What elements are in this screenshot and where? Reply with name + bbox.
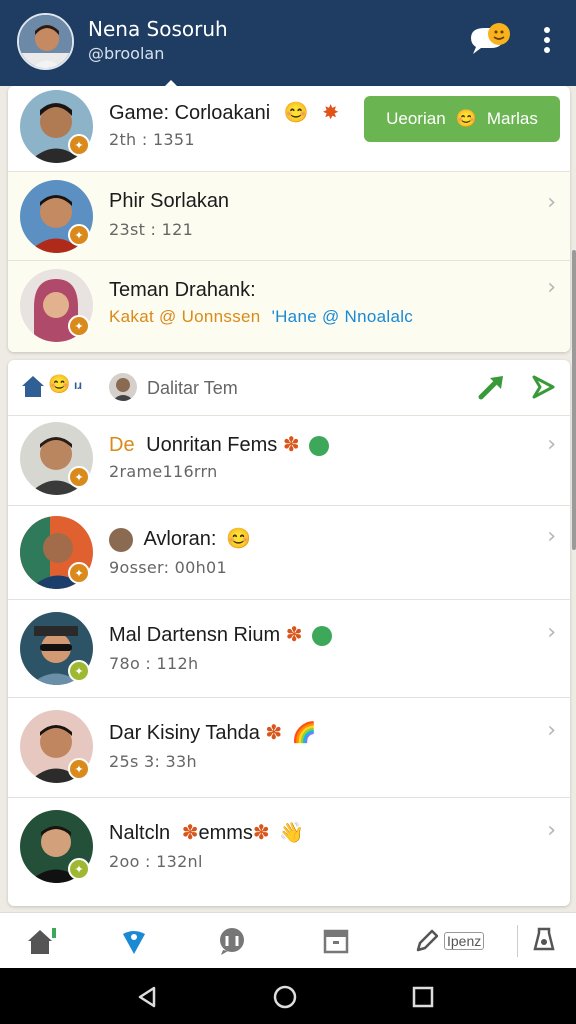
- chat-title: Teman Drahank:: [109, 279, 256, 301]
- nav-home-icon[interactable]: [22, 925, 62, 957]
- rainbow-icon: 🌈: [291, 722, 317, 744]
- title-text: Avloran:: [143, 528, 217, 550]
- list-item[interactable]: ✦ Avloran: 😊 9osser: 00h01 ›: [8, 506, 570, 600]
- title-suffix: emms: [198, 822, 253, 844]
- list-title: Avloran: 😊: [109, 526, 251, 552]
- title-prefix: De: [109, 434, 135, 456]
- list-title: Naltcln ✽emms✽ 👋: [109, 820, 304, 845]
- list-timestamp: 9osser: 00h01: [109, 558, 228, 577]
- list-item[interactable]: ✦ Dar Kisiny Tahda ✽ 🌈 25s 3: 33h ›: [8, 698, 570, 798]
- nav-chat-icon[interactable]: [212, 925, 252, 957]
- nav-compose-button[interactable]: Iрenz: [414, 925, 504, 957]
- join-button-label-right: Marlas: [486, 109, 538, 128]
- chat-row[interactable]: ✦ Game: Corloakani 😊 ✸ 2th : 1351 Ueoria…: [8, 86, 570, 172]
- chat-title: Game: Corloakani 😊 ✸: [109, 102, 339, 124]
- list-title: De Uonritan Fems ✽: [109, 432, 330, 457]
- nav-location-icon[interactable]: [114, 925, 154, 957]
- avatar: [109, 373, 137, 401]
- chevron-right-icon: ›: [547, 432, 556, 457]
- profile-name: Nena Sosoruh: [88, 17, 228, 41]
- app-header: Nena Sosoruh @broolan: [0, 0, 576, 87]
- flower-icon: ✽: [282, 434, 300, 456]
- mention-2[interactable]: 'Hane @ Nnoalalc: [272, 307, 414, 326]
- profile-handle: @broolan: [88, 44, 165, 63]
- status-badge: ✦: [68, 562, 90, 584]
- flower-icon: ✽: [181, 822, 199, 844]
- home-circle-icon[interactable]: [272, 984, 298, 1010]
- title-text: Dar Kisiny Tahda: [109, 722, 260, 744]
- chevron-right-icon: ›: [547, 818, 556, 843]
- chart-mini-icon: ıɹ: [74, 378, 83, 392]
- list-item[interactable]: ✦ Naltcln ✽emms✽ 👋 2oo : 132nl ›: [8, 798, 570, 906]
- smile-emoji-icon: 😊: [226, 528, 251, 550]
- list-item[interactable]: ✦ Mal Dartensn Rium ✽ 78o : 112h ›: [8, 600, 570, 698]
- list-item[interactable]: ✦ De Uonritan Fems ✽ 2rame116rrn ›: [8, 416, 570, 506]
- nav-divider: [517, 925, 518, 957]
- chat-title: Phir Sorlakan: [109, 190, 230, 212]
- list-timestamp: 2rame116rrn: [109, 462, 218, 481]
- status-badge: ✦: [68, 466, 90, 488]
- send-icon[interactable]: [530, 374, 556, 405]
- chevron-right-icon: ›: [547, 524, 556, 549]
- mention-line: Kakat @ Uonnssen 'Hane @ Nnoalalc: [109, 307, 413, 327]
- avatar: [109, 527, 133, 552]
- status-badge: ✦: [68, 858, 90, 880]
- back-icon[interactable]: [134, 984, 160, 1010]
- top-chats-card: ✦ Game: Corloakani 😊 ✸ 2th : 1351 Ueoria…: [8, 86, 570, 352]
- status-badge: ✦: [68, 660, 90, 682]
- more-options-icon[interactable]: [535, 24, 559, 56]
- chevron-right-icon: ›: [547, 275, 556, 300]
- list-title: Dar Kisiny Tahda ✽ 🌈: [109, 720, 317, 745]
- smile-emoji-icon: 😊: [455, 109, 477, 128]
- green-badge-icon: [309, 435, 330, 456]
- list-timestamp: 78o : 112h: [109, 654, 199, 673]
- leaf-icon: ✸: [322, 102, 339, 124]
- chat-row[interactable]: ✦ Phir Sorlakan 23st : 121 ›: [8, 172, 570, 261]
- bottom-nav: Iрenz: [0, 912, 576, 968]
- system-nav-bar: [0, 968, 576, 1024]
- chevron-right-icon: ›: [547, 190, 556, 215]
- trend-up-icon[interactable]: [478, 374, 506, 405]
- nav-profile-icon[interactable]: [528, 925, 560, 957]
- status-badge: ✦: [68, 758, 90, 780]
- section-header: 😊 ıɹ Dalitar Tem: [8, 360, 570, 416]
- chat-row[interactable]: ✦ Teman Drahank: Kakat @ Uonnssen 'Hane …: [8, 261, 570, 352]
- list-timestamp: 2oo : 132nl: [109, 852, 203, 871]
- chevron-right-icon: ›: [547, 620, 556, 645]
- profile-avatar[interactable]: [17, 13, 74, 70]
- section-title: Dalitar Tem: [147, 378, 238, 398]
- list-title: Mal Dartensn Rium ✽: [109, 622, 333, 647]
- green-badge-icon: [312, 625, 333, 646]
- smile-emoji-icon: 😊: [48, 374, 71, 394]
- chevron-right-icon: ›: [547, 718, 556, 743]
- title-text: Uonritan Fems: [146, 434, 278, 456]
- join-button-label-left: Ueorian: [386, 109, 446, 128]
- status-badge: ✦: [68, 315, 90, 337]
- smile-emoji-icon: 😊: [283, 102, 309, 124]
- scrollbar[interactable]: [572, 250, 576, 550]
- recents-icon[interactable]: [410, 984, 436, 1010]
- flower-icon: ✽: [265, 722, 283, 744]
- wave-hand-icon: 👋: [279, 822, 305, 844]
- flower-icon: ✽: [285, 624, 303, 646]
- chat-timestamp: 23st : 121: [109, 220, 194, 239]
- status-badge: ✦: [68, 134, 90, 156]
- nav-calendar-icon[interactable]: [316, 925, 356, 957]
- status-badge: ✦: [68, 224, 90, 246]
- title-text: Mal Dartensn Rium: [109, 624, 281, 646]
- mention-1[interactable]: Kakat @ Uonnssen: [109, 307, 261, 326]
- chat-bubble-icon[interactable]: [467, 20, 515, 58]
- list-timestamp: 25s 3: 33h: [109, 752, 197, 771]
- title-text: Naltcln: [109, 822, 171, 844]
- nav-compose-label: Iрenz: [444, 932, 485, 950]
- list-card: 😊 ıɹ Dalitar Tem ✦ De Uonritan Fems ✽ 2r…: [8, 360, 570, 906]
- chat-timestamp: 2th : 1351: [109, 130, 195, 149]
- flower-icon: ✽: [252, 822, 270, 844]
- join-button[interactable]: Ueorian 😊 Marlas: [364, 96, 560, 142]
- home-icon[interactable]: [20, 374, 46, 403]
